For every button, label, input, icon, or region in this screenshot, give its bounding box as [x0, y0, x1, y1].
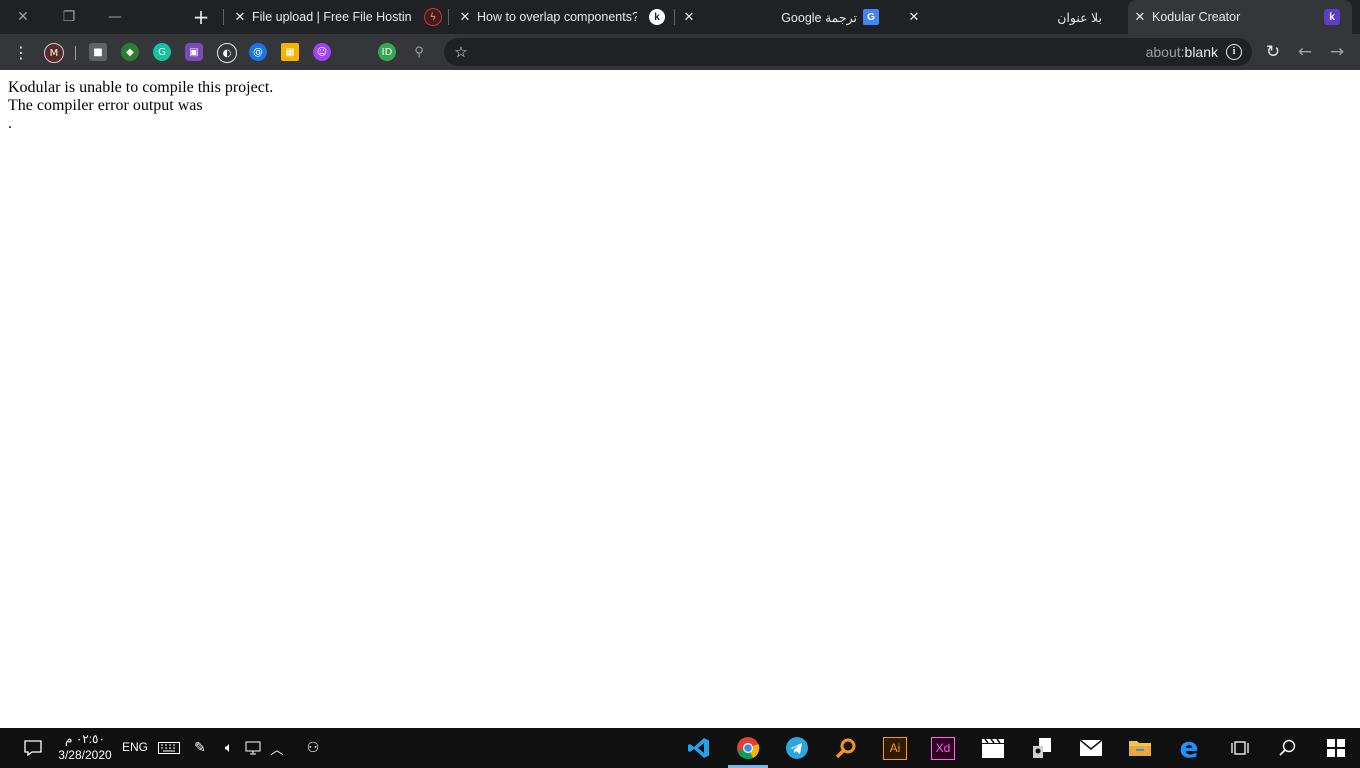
- url-host: blank: [1184, 44, 1218, 60]
- menu-kebab-icon[interactable]: ⋮: [10, 41, 32, 63]
- illustrator-icon[interactable]: Ai: [881, 734, 909, 762]
- clock-time: ٠٢:٥٠ م: [65, 732, 105, 746]
- compiler-output-text: .: [8, 115, 12, 132]
- close-tab-icon[interactable]: ✕: [457, 9, 473, 25]
- keyboard-icon[interactable]: [157, 728, 181, 768]
- url-text[interactable]: about:blank: [1146, 44, 1218, 60]
- tab-title: How to overlap components?: [477, 10, 637, 24]
- kodular-favicon-icon: k: [649, 9, 665, 25]
- xd-label: Xd: [931, 736, 955, 760]
- search-icon[interactable]: [1274, 734, 1302, 762]
- xd-icon[interactable]: Xd: [929, 734, 957, 762]
- folder-icon[interactable]: [1126, 734, 1154, 762]
- vscode-icon[interactable]: [685, 734, 713, 762]
- id-icon[interactable]: ID: [378, 43, 396, 61]
- error-message-line: Kodular is unable to compile this projec…: [8, 79, 274, 96]
- leaf-icon[interactable]: ◆: [121, 43, 139, 61]
- pen-icon[interactable]: ✎: [190, 728, 210, 768]
- tab-strip: ✕ ❐ — + ✕ File upload | Free File Hostin…: [0, 0, 1360, 34]
- tab-google-translate[interactable]: ✕ Google ترجمة G: [679, 0, 893, 34]
- volume-icon[interactable]: 🔈︎: [218, 728, 240, 768]
- browser-toolbar: ⋮ M ■ ◆ G ▣ ◐ @ ▦ ☺ ID ⚲ ☆ about:blank i…: [0, 34, 1360, 70]
- google-translate-favicon-icon: G: [863, 9, 879, 25]
- tab-overlap-components[interactable]: ✕ How to overlap components? k: [453, 0, 667, 34]
- edge-icon[interactable]: e: [1175, 734, 1203, 762]
- kodular-favicon-icon: k: [1324, 9, 1340, 25]
- telegram-icon[interactable]: [783, 734, 811, 762]
- tab-title: Kodular Creator: [1152, 10, 1241, 24]
- chevron-up-icon[interactable]: ︿: [268, 728, 286, 768]
- network-icon[interactable]: [243, 728, 263, 768]
- mail-icon[interactable]: [1077, 734, 1105, 762]
- page-content: Kodular is unable to compile this projec…: [8, 79, 273, 133]
- tab-untitled[interactable]: ✕ بلا عنوان: [904, 0, 1122, 34]
- close-tab-icon[interactable]: ✕: [906, 9, 922, 25]
- chrome-icon[interactable]: [734, 734, 762, 762]
- minimize-window-button[interactable]: —: [92, 0, 138, 34]
- toolbar-divider: [75, 46, 76, 60]
- cube-icon[interactable]: ■: [89, 43, 107, 61]
- address-bar[interactable]: ☆ about:blank i: [444, 38, 1252, 66]
- close-tab-icon[interactable]: ✕: [232, 9, 248, 25]
- windows-taskbar: ٠٢:٥٠ م 3/28/2020 ENG ✎ 🔈︎ ︿ ⚇ Ai Xd e: [0, 728, 1360, 768]
- tab-separator: [223, 9, 224, 25]
- close-window-button[interactable]: ✕: [0, 0, 46, 34]
- close-tab-icon[interactable]: ✕: [681, 9, 697, 25]
- grammarly-icon[interactable]: G: [153, 43, 171, 61]
- tab-title: File upload | Free File Hosting: [252, 10, 412, 24]
- close-tab-icon[interactable]: ✕: [1132, 9, 1148, 25]
- search-icon[interactable]: ⚲: [410, 43, 428, 61]
- system-clock[interactable]: ٠٢:٥٠ م 3/28/2020: [55, 731, 115, 763]
- url-scheme: about:: [1145, 44, 1185, 60]
- flash-favicon-icon: ϟ: [424, 8, 442, 26]
- site-info-icon[interactable]: i: [1226, 44, 1242, 60]
- action-center-icon[interactable]: [20, 728, 46, 768]
- clock-date: 3/28/2020: [58, 748, 112, 762]
- tab-separator: [674, 9, 675, 25]
- face-icon[interactable]: ☺: [313, 43, 331, 61]
- taskview-icon[interactable]: [1226, 734, 1254, 762]
- back-arrow-icon[interactable]: ←: [1294, 41, 1316, 63]
- printer-icon[interactable]: [1028, 734, 1056, 762]
- compiler-output-label: The compiler error output was: [8, 97, 203, 114]
- tab-title: بلا عنوان: [1057, 10, 1102, 25]
- tab-file-upload[interactable]: ✕ File upload | Free File Hosting ϟ: [228, 0, 442, 34]
- at-icon[interactable]: @: [249, 43, 267, 61]
- bookmark-star-icon[interactable]: ☆: [452, 43, 470, 61]
- people-icon[interactable]: ⚇: [303, 728, 323, 768]
- windows-icon[interactable]: [1322, 734, 1350, 762]
- tab-title: Google ترجمة: [781, 10, 857, 25]
- reload-icon[interactable]: ↻: [1262, 41, 1284, 63]
- mouse-icon[interactable]: ◐: [217, 43, 237, 63]
- grid-icon[interactable]: ▦: [281, 43, 299, 61]
- tab-kodular-creator[interactable]: ✕ Kodular Creator k: [1128, 0, 1352, 34]
- illustrator-label: Ai: [883, 736, 907, 760]
- language-indicator[interactable]: ENG: [122, 740, 148, 754]
- edge-glyph: e: [1179, 731, 1199, 764]
- search-app-icon[interactable]: [832, 734, 860, 762]
- box-icon[interactable]: ▣: [185, 43, 203, 61]
- forward-arrow-icon[interactable]: →: [1326, 41, 1348, 63]
- avatar-icon[interactable]: M: [44, 43, 64, 63]
- restore-window-button[interactable]: ❐: [46, 0, 92, 34]
- new-tab-button[interactable]: +: [188, 4, 214, 30]
- tab-separator: [448, 9, 449, 25]
- clapper-icon[interactable]: [979, 734, 1007, 762]
